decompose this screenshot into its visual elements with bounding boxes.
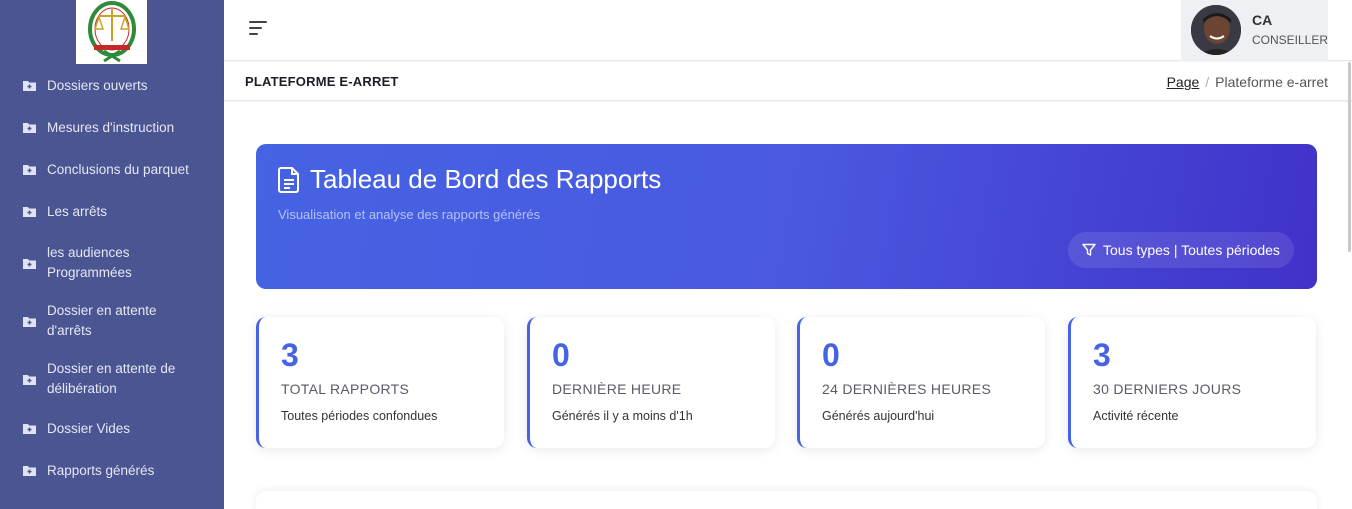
folder-plus-icon: [23, 375, 36, 385]
menu-toggle-icon[interactable]: [249, 20, 269, 36]
stat-value: 0: [822, 337, 840, 373]
stat-value: 3: [1093, 337, 1111, 373]
sidebar-item-label: Conclusions du parquet: [47, 162, 189, 177]
stat-title: DERNIÈRE HEURE: [552, 381, 682, 397]
sidebar-item-dossier-vides[interactable]: Dossier Vides: [0, 419, 224, 439]
banner-subtitle: Visualisation et analyse des rapports gé…: [278, 207, 541, 222]
reports-panel: [256, 491, 1317, 509]
stat-description: Toutes périodes confondues: [281, 409, 438, 423]
sidebar-item-les-arrets[interactable]: Les arrêts: [0, 202, 224, 222]
stat-description: Générés aujourd'hui: [822, 409, 935, 423]
sidebar-item-label: les audiences Programmées: [47, 245, 132, 280]
folder-plus-icon: [23, 165, 36, 175]
filter-icon: [1082, 243, 1096, 256]
page-title: PLATEFORME E-ARRET: [245, 74, 399, 89]
stat-card-total-rapports: 3 TOTAL RAPPORTS Toutes périodes confond…: [256, 317, 504, 448]
sidebar-item-conclusions-parquet[interactable]: Conclusions du parquet: [0, 160, 224, 180]
stat-card-30-jours: 3 30 DERNIERS JOURS Activité récente: [1068, 317, 1316, 448]
file-text-icon: [278, 167, 299, 193]
stat-title: TOTAL RAPPORTS: [281, 381, 410, 397]
stat-value: 3: [281, 337, 299, 373]
user-photo-icon: [1191, 5, 1241, 55]
breadcrumb-separator: /: [1205, 74, 1210, 90]
breadcrumb: Page / Plateforme e-arret: [1167, 74, 1328, 90]
user-role: CONSEILLER: [1252, 33, 1329, 47]
banner-title: Tableau de Bord des Rapports: [310, 164, 662, 194]
folder-plus-icon: [23, 317, 36, 327]
stat-title: 24 DERNIÈRES HEURES: [822, 381, 992, 397]
folder-plus-icon: [23, 123, 36, 133]
user-initials: CA: [1252, 12, 1273, 28]
page-header: PLATEFORME E-ARRET Page / Plateforme e-a…: [224, 62, 1352, 101]
stat-card-derniere-heure: 0 DERNIÈRE HEURE Générés il y a moins d'…: [527, 317, 775, 448]
stat-description: Activité récente: [1093, 409, 1179, 423]
sidebar-item-label: Les arrêts: [47, 204, 108, 219]
folder-plus-icon: [23, 259, 36, 269]
sidebar-item-label: Dossier Vides: [47, 421, 131, 436]
dashboard-banner: Tableau de Bord des Rapports Visualisati…: [256, 144, 1317, 289]
folder-plus-icon: [23, 466, 36, 476]
stat-description: Générés il y a moins d'1h: [552, 409, 693, 423]
sidebar-item-label: Dossier en attente de délibération: [47, 361, 176, 396]
stat-title: 30 DERNIERS JOURS: [1093, 381, 1242, 397]
sidebar-item-label: Mesures d'instruction: [47, 120, 175, 135]
court-logo[interactable]: [76, 0, 147, 64]
sidebar-item-label: Rapports générés: [47, 463, 155, 478]
folder-plus-icon: [23, 81, 36, 91]
sidebar-item-attente-deliberation[interactable]: Dossier en attente de délibération: [0, 359, 224, 399]
sidebar-item-audiences-programmees[interactable]: les audiences Programmées: [0, 243, 224, 283]
filter-summary-button[interactable]: Tous types | Toutes périodes: [1068, 232, 1294, 268]
sidebar-item-dossiers-ouverts[interactable]: Dossiers ouverts: [0, 76, 224, 96]
stat-value: 0: [552, 337, 570, 373]
sidebar-item-label: Dossier en attente d'arrêts: [47, 303, 157, 338]
sidebar-item-attente-arrets[interactable]: Dossier en attente d'arrêts: [0, 301, 224, 341]
avatar: [1191, 5, 1241, 55]
sidebar-item-rapports-generes[interactable]: Rapports générés: [0, 461, 224, 481]
breadcrumb-current: Plateforme e-arret: [1215, 74, 1328, 90]
user-profile-menu[interactable]: CA CONSEILLER: [1181, 0, 1328, 61]
breadcrumb-link-page[interactable]: Page: [1167, 74, 1200, 90]
folder-plus-icon: [23, 207, 36, 217]
filter-summary-label: Tous types | Toutes périodes: [1103, 242, 1280, 258]
scales-emblem-icon: [87, 1, 136, 63]
stat-card-24-heures: 0 24 DERNIÈRES HEURES Générés aujourd'hu…: [797, 317, 1045, 448]
folder-plus-icon: [23, 424, 36, 434]
sidebar-item-label: Dossiers ouverts: [47, 78, 148, 93]
sidebar: Dossiers ouverts Mesures d'instruction C…: [0, 0, 224, 509]
topbar: CA CONSEILLER: [224, 0, 1352, 61]
scrollbar[interactable]: [1348, 62, 1351, 252]
sidebar-item-mesures-instruction[interactable]: Mesures d'instruction: [0, 118, 224, 138]
